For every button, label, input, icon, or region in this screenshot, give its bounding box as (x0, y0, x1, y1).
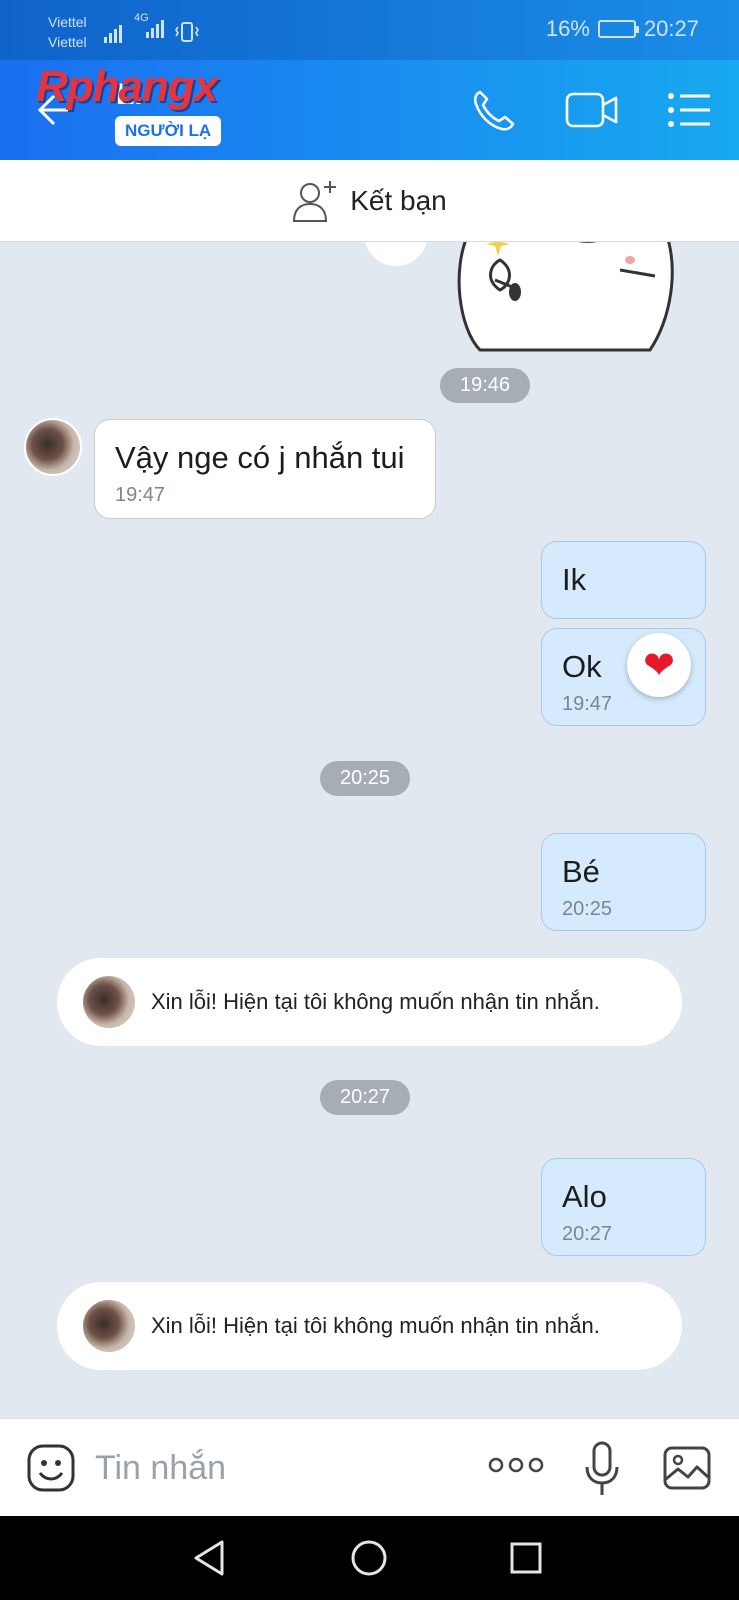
vibrate-icon (175, 22, 199, 42)
recents-nav-icon[interactable] (508, 1538, 544, 1578)
status-bar: Viettel Viettel 4G 16% 20:27 (0, 0, 739, 60)
image-icon[interactable] (662, 1443, 712, 1493)
chat-area[interactable]: 19:46 Vậy nge có j nhắn tui 19:47 Ik Ok … (0, 242, 739, 1418)
sticker-reaction-bubble (364, 242, 428, 266)
avatar[interactable] (24, 418, 82, 476)
carrier-2: Viettel (48, 34, 87, 50)
stranger-badge: NGƯỜI LẠ (115, 116, 222, 146)
message-text: Ik (562, 562, 587, 597)
message-text: Bé (562, 854, 600, 889)
menu-list-icon[interactable] (666, 88, 714, 132)
time-divider: 20:25 (320, 761, 411, 796)
add-friend-bar[interactable]: Kết bạn (0, 160, 739, 242)
outgoing-message[interactable]: Bé 20:25 (541, 833, 706, 931)
battery-percent: 16% (545, 16, 590, 41)
message-text: Vậy nge có j nhắn tui (115, 440, 405, 475)
auto-reply-text: Xin lỗi! Hiện tại tôi không muốn nhận ti… (151, 989, 600, 1014)
add-user-icon (293, 180, 337, 222)
signal-icon (104, 25, 122, 43)
auto-reply-message: Xin lỗi! Hiện tại tôi không muốn nhận ti… (57, 1282, 682, 1370)
incoming-message[interactable]: Vậy nge có j nhắn tui 19:47 (94, 419, 436, 519)
add-friend-label: Kết bạn (350, 184, 447, 216)
home-nav-icon[interactable] (350, 1538, 388, 1578)
microphone-icon[interactable] (584, 1441, 620, 1497)
avatar (81, 1298, 137, 1354)
system-nav-bar (0, 1516, 739, 1600)
video-call-icon[interactable] (564, 88, 620, 132)
message-input[interactable]: Tin nhắn (95, 1449, 226, 1488)
phone-icon[interactable] (470, 88, 518, 132)
carrier-1: Viettel (48, 14, 87, 30)
network-label: 4G (134, 12, 149, 24)
auto-reply-text: Xin lỗi! Hiện tại tôi không muốn nhận ti… (151, 1313, 600, 1338)
outgoing-message[interactable]: Ik (541, 541, 706, 619)
chat-header: Li Rphangx NGƯỜI LẠ (0, 60, 739, 160)
back-nav-icon[interactable] (192, 1538, 228, 1578)
signal-icons: 4G (104, 12, 200, 43)
time-divider: 19:46 (440, 368, 531, 403)
sticker-icon[interactable] (26, 1443, 76, 1493)
message-text: Alo (562, 1179, 607, 1214)
message-input-bar: Tin nhắn (0, 1418, 739, 1516)
auto-reply-message: Xin lỗi! Hiện tại tôi không muốn nhận ti… (57, 958, 682, 1046)
message-time: 20:27 (562, 1223, 613, 1245)
battery-icon (597, 20, 639, 38)
status-right: 16% 20:27 (546, 16, 699, 42)
message-time: 20:25 (562, 898, 613, 920)
time-divider: 20:27 (320, 1080, 411, 1115)
more-icon[interactable] (488, 1455, 544, 1475)
clock: 20:27 (643, 16, 699, 41)
avatar (81, 974, 137, 1030)
carrier-names: Viettel Viettel (48, 12, 87, 52)
message-time: 19:47 (115, 484, 166, 506)
watermark-logo: Rphangx (36, 62, 218, 111)
outgoing-message[interactable]: Alo 20:27 (541, 1158, 706, 1256)
message-time: 19:47 (562, 693, 613, 715)
cat-sticker-icon (457, 242, 674, 352)
heart-reaction-icon[interactable]: ❤ (627, 633, 691, 697)
